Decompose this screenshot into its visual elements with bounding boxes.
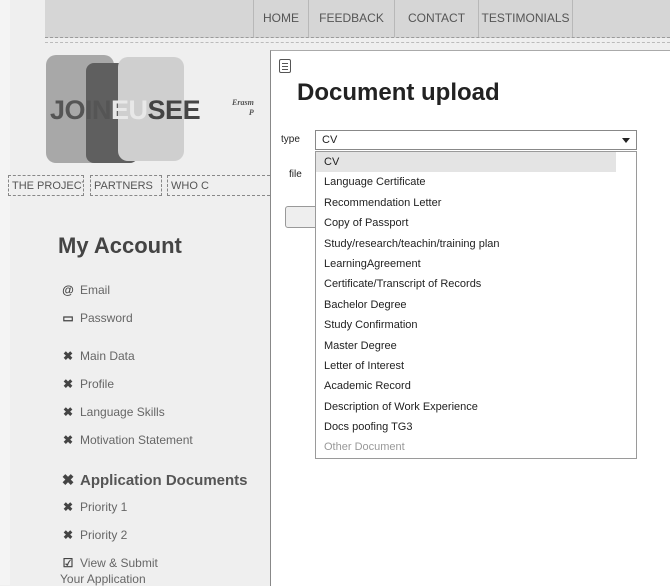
logo-text: JOINEUSEE bbox=[50, 95, 201, 126]
nav-home[interactable]: HOME bbox=[253, 0, 308, 37]
cross-icon: ✖ bbox=[62, 405, 74, 419]
sidebar-item-your-application[interactable]: Your Application bbox=[60, 572, 146, 586]
dialog-title: Document upload bbox=[297, 79, 500, 106]
sidebar-item-main-data[interactable]: ✖ Main Data bbox=[60, 349, 135, 363]
erasmus-line-2: P bbox=[248, 108, 254, 117]
dropdown-option[interactable]: CV bbox=[316, 152, 616, 173]
file-label: file bbox=[289, 169, 302, 180]
document-icon bbox=[279, 59, 291, 73]
checklist-icon: ☑ bbox=[62, 556, 74, 570]
sidebar-item-motivation[interactable]: ✖ Motivation Statement bbox=[60, 433, 193, 447]
dropdown-option[interactable]: Study/research/teachin/training plan bbox=[316, 234, 616, 254]
cross-icon: ✖ bbox=[62, 500, 74, 514]
logo-text-see: SEE bbox=[147, 95, 201, 125]
sidebar-item-profile[interactable]: ✖ Profile bbox=[60, 377, 114, 391]
my-account-title: My Account bbox=[58, 233, 182, 258]
dropdown-option[interactable]: Copy of Passport bbox=[316, 213, 616, 233]
dropdown-option[interactable]: Master Degree bbox=[316, 336, 616, 356]
key-card-icon: ▭ bbox=[62, 311, 74, 325]
document-upload-dialog: Document upload type CV file CV Language… bbox=[270, 50, 670, 586]
dropdown-option[interactable]: Academic Record bbox=[316, 376, 616, 396]
nav-feedback[interactable]: FEEDBACK bbox=[308, 0, 394, 37]
dropdown-option[interactable]: Language Certificate bbox=[316, 172, 616, 192]
subnav-who[interactable]: WHO C bbox=[167, 175, 270, 196]
sidebar-item-priority-1[interactable]: ✖ Priority 1 bbox=[60, 500, 127, 514]
cross-icon: ✖ bbox=[62, 433, 74, 447]
sidebar-item-label: Language Skills bbox=[80, 405, 165, 419]
sidebar-item-label: View & Submit bbox=[80, 556, 158, 570]
dropdown-option[interactable]: Docs poofing TG3 bbox=[316, 417, 616, 437]
cross-icon: ✖ bbox=[61, 472, 75, 489]
sidebar-item-label: Application Documents bbox=[80, 472, 248, 489]
sidebar-item-label: Main Data bbox=[80, 349, 135, 363]
subnav-the-project[interactable]: THE PROJECT bbox=[8, 175, 84, 196]
sidebar-item-label: Email bbox=[80, 283, 111, 297]
logo-text-eu: EU bbox=[111, 95, 148, 125]
dropdown-option[interactable]: LearningAgreement bbox=[316, 254, 616, 274]
dropdown-option[interactable]: Certificate/Transcript of Records bbox=[316, 274, 616, 294]
chevron-down-icon bbox=[622, 138, 630, 143]
sidebar-item-password[interactable]: ▭ Password bbox=[60, 311, 133, 325]
nav-testimonials[interactable]: TESTIMONIALS bbox=[478, 0, 573, 37]
erasmus-tagline: Erasm P bbox=[232, 98, 254, 118]
logo-text-join: JOIN bbox=[50, 95, 112, 125]
sidebar-item-email[interactable]: @ Email bbox=[60, 283, 110, 297]
top-nav: HOME FEEDBACK CONTACT TESTIMONIALS bbox=[45, 0, 670, 38]
cross-icon: ✖ bbox=[62, 377, 74, 391]
cross-icon: ✖ bbox=[62, 528, 74, 542]
sidebar-item-label: Motivation Statement bbox=[80, 433, 193, 447]
cross-icon: ✖ bbox=[62, 349, 74, 363]
type-label: type bbox=[281, 134, 300, 145]
subnav-partners[interactable]: PARTNERS bbox=[90, 175, 162, 196]
sidebar-item-view-submit[interactable]: ☑ View & Submit bbox=[60, 556, 158, 570]
dropdown-option[interactable]: Other Document bbox=[316, 437, 616, 457]
dropdown-option[interactable]: Bachelor Degree bbox=[316, 295, 616, 315]
nav-contact[interactable]: CONTACT bbox=[394, 0, 478, 37]
sidebar-item-label: Password bbox=[80, 311, 133, 325]
site-logo[interactable]: JOINEUSEE bbox=[46, 55, 201, 165]
at-icon: @ bbox=[62, 283, 74, 297]
type-select[interactable]: CV bbox=[315, 130, 637, 150]
sidebar-item-priority-2[interactable]: ✖ Priority 2 bbox=[60, 528, 127, 542]
dropdown-option[interactable]: Recommendation Letter bbox=[316, 193, 616, 213]
dropdown-option[interactable]: Study Confirmation bbox=[316, 315, 616, 335]
type-select-value: CV bbox=[322, 134, 338, 146]
dropdown-option[interactable]: Description of Work Experience bbox=[316, 397, 616, 417]
nav-divider bbox=[45, 42, 670, 43]
sidebar-item-application-documents[interactable]: ✖ Application Documents bbox=[60, 471, 248, 489]
sidebar-item-label: Priority 1 bbox=[80, 500, 128, 514]
sidebar-item-label: Profile bbox=[80, 377, 115, 391]
sidebar-item-label: Priority 2 bbox=[80, 528, 128, 542]
dropdown-option[interactable]: Letter of Interest bbox=[316, 356, 616, 376]
page-margin bbox=[0, 0, 10, 585]
type-dropdown-list: CV Language Certificate Recommendation L… bbox=[315, 151, 637, 459]
sidebar-item-language-skills[interactable]: ✖ Language Skills bbox=[60, 405, 165, 419]
erasmus-line-1: Erasm bbox=[232, 98, 254, 107]
